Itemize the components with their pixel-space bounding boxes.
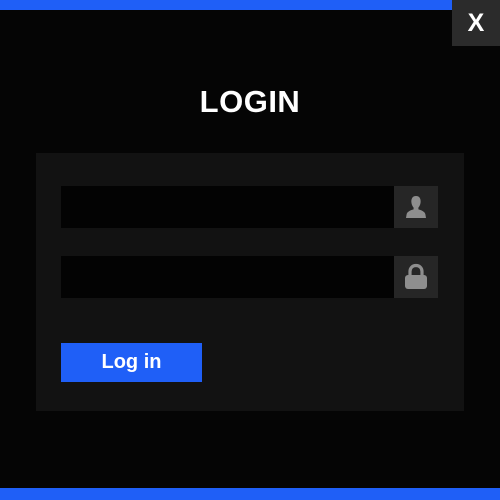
lock-icon — [405, 263, 427, 289]
close-button[interactable]: X — [452, 0, 500, 46]
username-input[interactable] — [61, 186, 394, 228]
login-screen: X LOGIN Log in — [0, 0, 500, 500]
page-title: LOGIN — [199, 84, 301, 119]
login-panel: Log in — [36, 153, 464, 411]
top-accent-bar — [0, 0, 500, 10]
bottom-accent-bar — [0, 488, 500, 500]
login-button[interactable]: Log in — [61, 343, 202, 382]
user-icon — [406, 196, 426, 218]
password-input[interactable] — [61, 256, 394, 298]
password-icon-box — [394, 256, 438, 298]
username-icon-box — [394, 186, 438, 228]
